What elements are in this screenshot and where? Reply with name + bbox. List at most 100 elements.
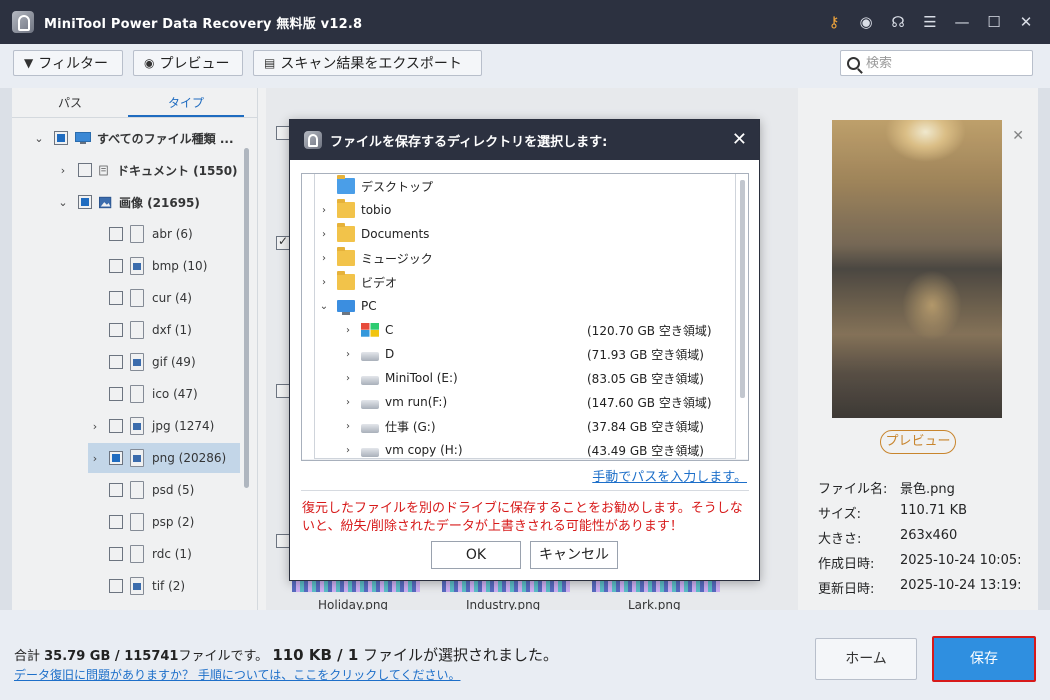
directory-row[interactable]: › MiniTool (E:) (83.05 GB 空き領域)	[341, 366, 717, 390]
chevron-right-icon[interactable]: ›	[317, 277, 331, 288]
minimize-icon[interactable]: —	[946, 6, 978, 38]
drive-icon	[361, 447, 379, 457]
directory-label: C	[385, 323, 394, 337]
selected-count: 1	[347, 646, 359, 664]
directory-label: vm copy (H:)	[385, 443, 463, 457]
headset-icon[interactable]: ☊	[882, 6, 914, 38]
files-text: ファイルです。	[178, 649, 273, 664]
directory-label: MiniTool (E:)	[385, 371, 458, 385]
window-controls: ⚷ ◉ ☊ ☰ — ☐ ✕	[818, 0, 1042, 44]
free-space-label: (147.60 GB 空き領域)	[587, 395, 712, 410]
search-icon	[847, 56, 860, 70]
dialog-close-icon[interactable]: ✕	[732, 129, 747, 150]
save-button[interactable]: 保存	[932, 636, 1036, 682]
title-bar: MiniTool Power Data Recovery 無料版 v12.8 ⚷…	[0, 0, 1050, 44]
filter-button[interactable]: ▼ フィルター	[13, 50, 123, 76]
chevron-right-icon[interactable]: ›	[341, 421, 355, 432]
directory-row[interactable]: ⌄ PC	[317, 294, 717, 318]
chevron-right-icon[interactable]: ›	[341, 397, 355, 408]
directory-tree-scrollbar[interactable]	[740, 180, 745, 398]
chevron-right-icon[interactable]: ›	[341, 373, 355, 384]
search-box[interactable]	[840, 50, 1033, 76]
drive-icon	[361, 423, 379, 433]
directory-label: tobio	[361, 203, 392, 217]
music-folder-icon	[337, 247, 355, 266]
free-space-label: (43.49 GB 空き領域)	[587, 443, 704, 458]
directory-tree-box: デスクトップ › tobio › Documents › ミュージック › ビデオ ⌄ PC › C (1…	[301, 173, 749, 461]
selected-text: ファイルが選択されました。	[358, 646, 559, 664]
directory-tree: デスクトップ › tobio › Documents › ミュージック › ビデオ ⌄ PC › C (1…	[314, 174, 736, 459]
total-size: 35.79 GB	[44, 649, 111, 664]
toolbar: ▼ フィルター ◉ プレビュー ▤ スキャン結果をエクスポート	[0, 44, 1050, 88]
pc-icon	[337, 300, 355, 315]
directory-row[interactable]: › ビデオ	[317, 270, 717, 294]
directory-label: 仕事 (G:)	[385, 419, 436, 434]
close-icon[interactable]: ✕	[1010, 6, 1042, 38]
directory-row[interactable]: › 仕事 (G:) (37.84 GB 空き領域)	[341, 414, 717, 438]
dialog-title: ファイルを保存するディレクトリを選択します:	[330, 134, 608, 150]
search-input[interactable]	[866, 55, 1026, 71]
dialog-title-bar: ファイルを保存するディレクトリを選択します:	[290, 120, 759, 160]
free-space-label: (83.05 GB 空き領域)	[587, 371, 704, 386]
key-icon[interactable]: ⚷	[818, 6, 850, 38]
directory-row[interactable]: › C (120.70 GB 空き領域)	[341, 318, 717, 342]
summary-slash: /	[110, 649, 125, 664]
directory-row[interactable]: › tobio	[317, 198, 717, 222]
windows-drive-icon	[361, 323, 379, 337]
disc-icon[interactable]: ◉	[850, 6, 882, 38]
dialog-separator	[301, 490, 749, 491]
directory-label: PC	[361, 299, 377, 313]
directory-row[interactable]: › Documents	[317, 222, 717, 246]
drive-icon	[361, 351, 379, 361]
status-bar: 合計 35.79 GB / 115741ファイルです。 110 KB / 1 フ…	[0, 610, 1050, 700]
filter-label: フィルター	[38, 56, 108, 72]
save-directory-dialog: ファイルを保存するディレクトリを選択します: ✕ デスクトップ › tobio › Do…	[289, 119, 760, 581]
directory-tree-hscrollbar[interactable]	[302, 459, 748, 460]
manual-path-link[interactable]: 手動でパスを入力します。	[592, 466, 747, 485]
directory-row[interactable]: › ミュージック	[317, 246, 717, 270]
free-space-label: (37.84 GB 空き領域)	[587, 419, 704, 434]
video-folder-icon	[337, 271, 355, 290]
directory-row[interactable]: › vm copy (H:) (43.49 GB 空き領域)	[341, 438, 717, 460]
summary-text: 合計 35.79 GB / 115741ファイルです。 110 KB / 1 フ…	[14, 644, 558, 665]
documents-folder-icon	[337, 223, 355, 242]
selected-slash: /	[331, 646, 348, 664]
directory-label: ミュージック	[361, 251, 433, 266]
chevron-right-icon[interactable]: ›	[317, 253, 331, 264]
directory-row[interactable]: デスクトップ	[317, 174, 717, 198]
app-logo-icon	[304, 131, 322, 149]
directory-row[interactable]: › D (71.93 GB 空き領域)	[341, 342, 717, 366]
chevron-right-icon[interactable]: ›	[341, 325, 355, 336]
drive-icon	[361, 375, 379, 385]
chevron-right-icon[interactable]: ›	[341, 349, 355, 360]
warning-text: 復元したファイルを別のドライブに保存することをお勧めします。そうしないと、紛失/…	[302, 501, 743, 534]
chevron-right-icon[interactable]: ›	[317, 229, 331, 240]
eye-icon: ◉	[144, 56, 155, 70]
directory-label: Documents	[361, 227, 430, 241]
summary-prefix: 合計	[14, 649, 45, 664]
user-folder-icon	[337, 199, 355, 218]
preview-toolbar-label: プレビュー	[159, 56, 230, 72]
directory-row[interactable]: › vm run(F:) (147.60 GB 空き領域)	[341, 390, 717, 414]
desktop-folder-icon	[337, 175, 355, 194]
chevron-down-icon[interactable]: ⌄	[317, 301, 331, 312]
cancel-button[interactable]: キャンセル	[530, 541, 618, 569]
chevron-right-icon[interactable]: ›	[317, 205, 331, 216]
home-button[interactable]: ホーム	[815, 638, 917, 680]
maximize-icon[interactable]: ☐	[978, 6, 1010, 38]
menu-icon[interactable]: ☰	[914, 6, 946, 38]
directory-label: D	[385, 347, 395, 361]
directory-label: vm run(F:)	[385, 395, 448, 409]
ok-button[interactable]: OK	[431, 541, 521, 569]
directory-label: ビデオ	[361, 275, 398, 290]
preview-toolbar-button[interactable]: ◉ プレビュー	[133, 50, 243, 76]
total-files: 115741	[124, 649, 179, 664]
chevron-right-icon[interactable]: ›	[341, 445, 355, 456]
selected-size: 110 KB	[272, 646, 332, 664]
export-results-button[interactable]: ▤ スキャン結果をエクスポート	[253, 50, 482, 76]
free-space-label: (71.93 GB 空き領域)	[587, 347, 704, 362]
free-space-label: (120.70 GB 空き領域)	[587, 323, 712, 338]
help-link[interactable]: データ復旧に問題がありますか？ 手順については、ここをクリックしてください。	[14, 666, 461, 683]
directory-label: デスクトップ	[361, 179, 434, 194]
document-icon: ▤	[264, 56, 276, 70]
